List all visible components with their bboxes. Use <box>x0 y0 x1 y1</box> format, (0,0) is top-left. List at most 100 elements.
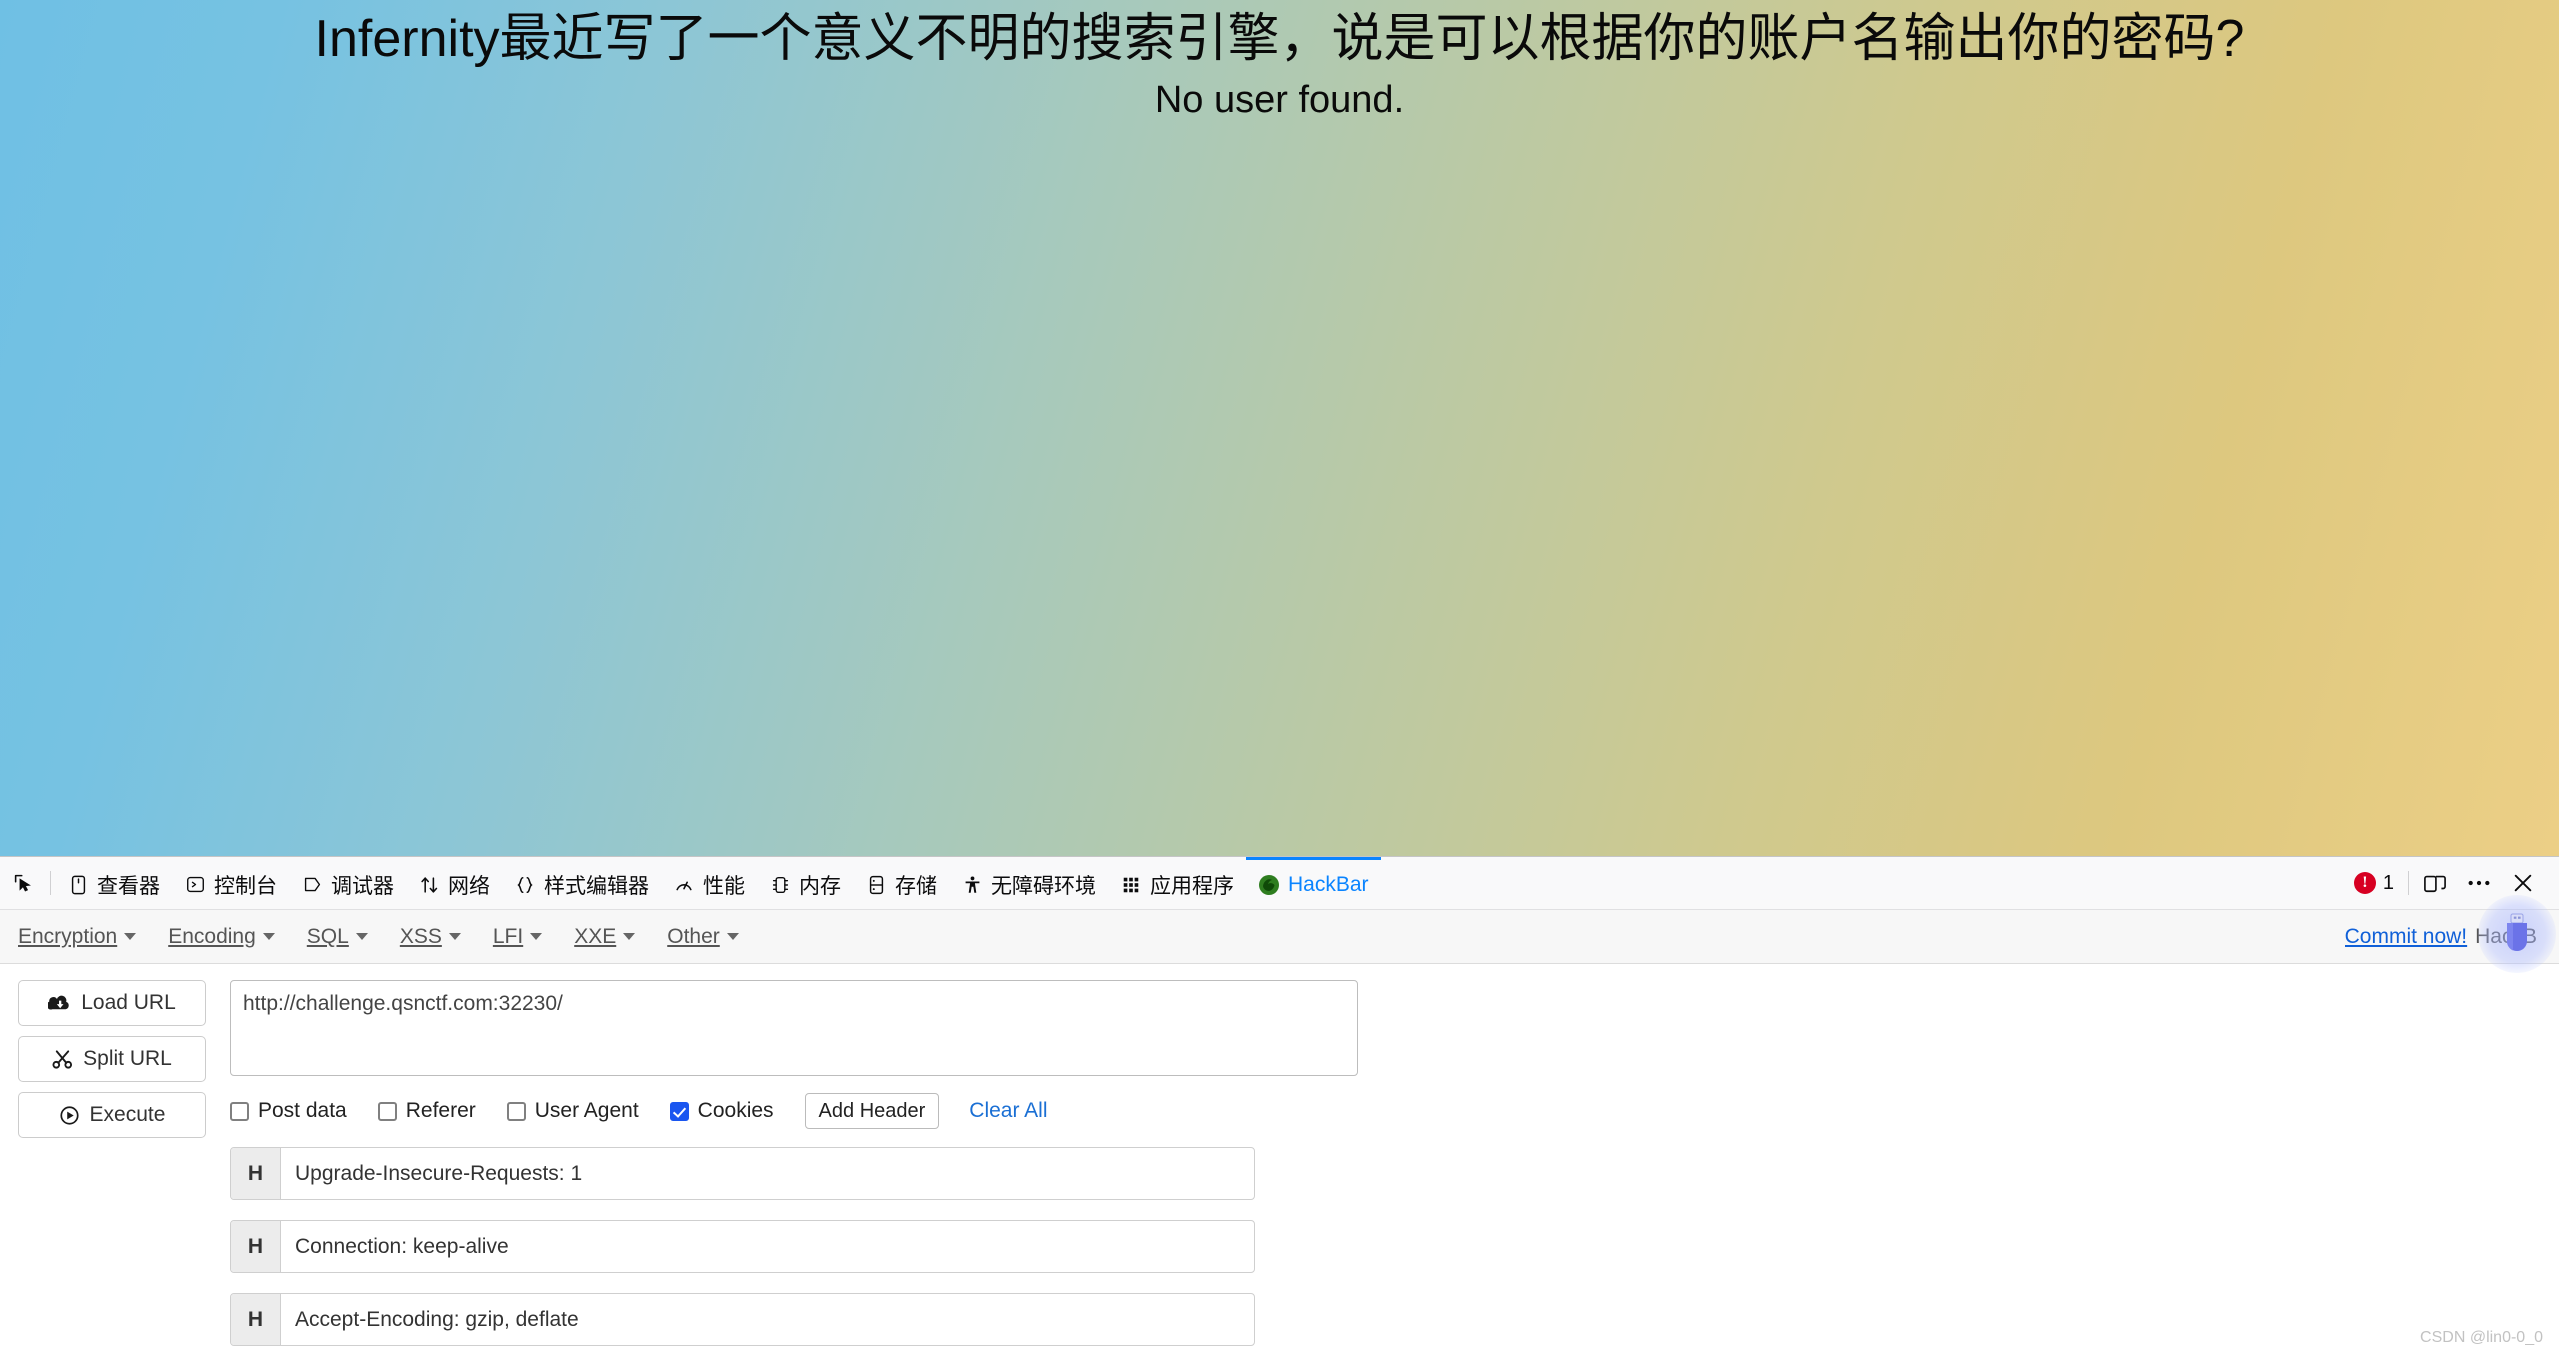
hackbar-menu-sql[interactable]: SQL <box>307 925 368 949</box>
checkbox-label: Post data <box>258 1099 347 1123</box>
hackbar-body: Load URL Split URL <box>0 964 2559 1366</box>
post-data-checkbox[interactable]: Post data <box>230 1099 347 1123</box>
hackbar-headers-list: H Upgrade-Insecure-Requests: 1 H Connect… <box>230 1147 2559 1346</box>
performance-icon <box>673 874 695 896</box>
button-label: Split URL <box>83 1047 172 1071</box>
header-value[interactable]: Connection: keep-alive <box>281 1221 1254 1272</box>
console-icon <box>184 874 206 896</box>
devtools-tab-memory[interactable]: 内存 <box>757 857 853 910</box>
chevron-down-icon <box>449 933 461 940</box>
element-picker-icon[interactable] <box>0 857 46 910</box>
play-icon <box>59 1105 80 1126</box>
watermark: CSDN @lin0-0_0 <box>2420 1329 2543 1347</box>
devtools-tab-label: 查看器 <box>97 870 160 900</box>
checkbox-box <box>670 1102 689 1121</box>
devtools-tab-label: 性能 <box>703 870 745 900</box>
devtools-tab-label: 调试器 <box>331 870 394 900</box>
checkbox-box <box>507 1102 526 1121</box>
menu-label: SQL <box>307 925 349 949</box>
devtools-tab-label: 样式编辑器 <box>544 870 649 900</box>
header-row[interactable]: H Upgrade-Insecure-Requests: 1 <box>230 1147 1255 1200</box>
cookies-checkbox[interactable]: Cookies <box>670 1099 774 1123</box>
header-value[interactable]: Accept-Encoding: gzip, deflate <box>281 1294 1254 1345</box>
header-row[interactable]: H Connection: keep-alive <box>230 1220 1255 1273</box>
referer-checkbox[interactable]: Referer <box>378 1099 476 1123</box>
commit-now-link[interactable]: Commit now! <box>2345 925 2468 949</box>
cloud-download-icon <box>48 994 71 1013</box>
button-label: Execute <box>90 1103 166 1127</box>
menu-label: Encoding <box>168 925 256 949</box>
style-editor-icon <box>514 874 536 896</box>
page-result-message: No user found. <box>0 70 2559 124</box>
menu-label: Encryption <box>18 925 117 949</box>
devtools-tab-style-editor[interactable]: 样式编辑器 <box>502 857 661 910</box>
memory-icon <box>769 874 791 896</box>
menu-label: Other <box>667 925 720 949</box>
devtools-tab-label: 控制台 <box>214 870 277 900</box>
storage-icon <box>865 874 887 896</box>
devtools-tab-inspector[interactable]: 查看器 <box>55 857 172 910</box>
hackbar-brand-text: HackB <box>2475 925 2537 949</box>
chevron-down-icon <box>623 933 635 940</box>
page-title: Infernity最近写了一个意义不明的搜索引擎，说是可以根据你的账户名输出你的… <box>0 0 2559 70</box>
menu-label: XSS <box>400 925 442 949</box>
devtools-tab-console[interactable]: 控制台 <box>172 857 289 910</box>
error-count-badge[interactable]: ! 1 <box>2354 872 2394 895</box>
hackbar-menu-encryption[interactable]: Encryption <box>18 925 136 949</box>
chevron-down-icon <box>727 933 739 940</box>
hackbar-menu-lfi[interactable]: LFI <box>493 925 542 949</box>
web-page-viewport: Infernity最近写了一个意义不明的搜索引擎，说是可以根据你的账户名输出你的… <box>0 0 2559 856</box>
hackbar-menu-xxe[interactable]: XXE <box>574 925 635 949</box>
header-row[interactable]: H Accept-Encoding: gzip, deflate <box>230 1293 1255 1346</box>
checkbox-box <box>230 1102 249 1121</box>
devtools-tab-label: HackBar <box>1288 873 1369 897</box>
devtools-tab-label: 内存 <box>799 870 841 900</box>
devtools-tab-application[interactable]: 应用程序 <box>1108 857 1246 910</box>
error-count-label: 1 <box>2383 872 2394 895</box>
network-icon <box>418 874 440 896</box>
hackbar-action-buttons: Load URL Split URL <box>18 980 206 1138</box>
checkbox-label: Cookies <box>698 1099 774 1123</box>
hackbar-menu-encoding[interactable]: Encoding <box>168 925 275 949</box>
tabbar-spacer <box>1381 857 2354 909</box>
toolbar-divider <box>50 871 51 895</box>
devtools-tab-label: 网络 <box>448 870 490 900</box>
application-icon <box>1120 874 1142 896</box>
devtools-tab-storage[interactable]: 存储 <box>853 857 949 910</box>
hackbar-menu-xss[interactable]: XSS <box>400 925 461 949</box>
execute-button[interactable]: Execute <box>18 1092 206 1138</box>
header-type-tag: H <box>231 1221 281 1272</box>
devtools-tab-network[interactable]: 网络 <box>406 857 502 910</box>
split-url-button[interactable]: Split URL <box>18 1036 206 1082</box>
header-value[interactable]: Upgrade-Insecure-Requests: 1 <box>281 1148 1254 1199</box>
chevron-down-icon <box>530 933 542 940</box>
devtools-tab-label: 存储 <box>895 870 937 900</box>
checkbox-label: Referer <box>406 1099 476 1123</box>
user-agent-checkbox[interactable]: User Agent <box>507 1099 639 1123</box>
error-icon: ! <box>2354 872 2376 894</box>
load-url-button[interactable]: Load URL <box>18 980 206 1026</box>
responsive-design-mode-icon[interactable] <box>2413 861 2457 905</box>
close-icon[interactable] <box>2501 861 2545 905</box>
scissors-icon <box>52 1049 73 1070</box>
hackbar-menu-other[interactable]: Other <box>667 925 739 949</box>
devtools-tab-hackbar[interactable]: HackBar <box>1246 857 1381 910</box>
menu-label: LFI <box>493 925 523 949</box>
chevron-down-icon <box>124 933 136 940</box>
clear-all-link[interactable]: Clear All <box>969 1099 1047 1123</box>
devtools-tab-label: 无障碍环境 <box>991 870 1096 900</box>
accessibility-icon <box>961 874 983 896</box>
toolbar-divider <box>2408 871 2409 895</box>
hackbar-firefox-icon <box>1258 874 1280 896</box>
hackbar-options-row: Post data Referer User Agent Cookies A <box>230 1093 2559 1129</box>
devtools-tab-accessibility[interactable]: 无障碍环境 <box>949 857 1108 910</box>
add-header-button[interactable]: Add Header <box>805 1093 940 1129</box>
devtools-tab-performance[interactable]: 性能 <box>661 857 757 910</box>
devtools-tab-debugger[interactable]: 调试器 <box>289 857 406 910</box>
header-type-tag: H <box>231 1294 281 1345</box>
header-type-tag: H <box>231 1148 281 1199</box>
chevron-down-icon <box>356 933 368 940</box>
more-options-icon[interactable] <box>2457 861 2501 905</box>
url-input[interactable] <box>230 980 1358 1076</box>
devtools-tab-label: 应用程序 <box>1150 870 1234 900</box>
